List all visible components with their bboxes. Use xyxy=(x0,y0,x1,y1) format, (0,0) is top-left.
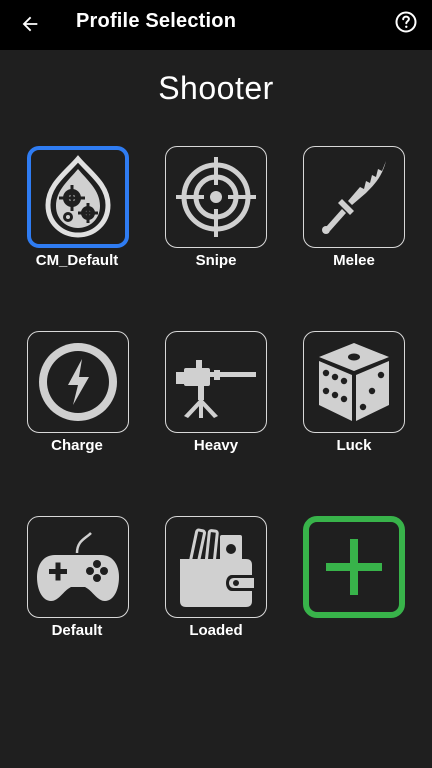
profile-tile-snipe[interactable] xyxy=(165,146,267,248)
arrow-left-icon xyxy=(22,16,38,32)
profile-tile-charge[interactable] xyxy=(27,331,129,433)
profile-label-melee: Melee xyxy=(333,252,375,269)
help-button[interactable] xyxy=(392,8,420,36)
crosshair-icon xyxy=(176,157,256,237)
profile-tile-cm-default[interactable] xyxy=(27,146,129,248)
app-bar: Profile Selection xyxy=(0,0,432,50)
gears-drop-icon xyxy=(45,155,111,238)
profile-tile-luck[interactable] xyxy=(303,331,405,433)
machine-gun-icon xyxy=(176,360,256,418)
wallet-icon xyxy=(180,528,256,607)
profile-label-cm-default: CM_Default xyxy=(35,252,119,269)
profile-label-snipe: Snipe xyxy=(195,252,237,269)
question-circle-icon xyxy=(395,11,417,33)
profile-tile-heavy[interactable] xyxy=(165,331,267,433)
profile-tile-melee[interactable] xyxy=(303,146,405,248)
knife-icon xyxy=(322,161,386,234)
add-profile-button[interactable] xyxy=(303,516,405,618)
plus-icon xyxy=(326,539,382,595)
dice-icon xyxy=(319,343,389,421)
gamepad-icon xyxy=(37,532,119,601)
page-title: Profile Selection xyxy=(76,10,237,32)
lightning-icon xyxy=(39,343,117,421)
profile-label-default: Default xyxy=(51,622,103,639)
profile-label-luck: Luck xyxy=(336,437,372,454)
profile-label-loaded: Loaded xyxy=(189,622,243,639)
profile-label-charge: Charge xyxy=(51,437,103,454)
profile-tile-default[interactable] xyxy=(27,516,129,618)
profile-tile-loaded[interactable] xyxy=(165,516,267,618)
back-button[interactable] xyxy=(14,8,46,40)
profile-label-heavy: Heavy xyxy=(193,437,239,454)
category-title: Shooter xyxy=(158,70,274,106)
